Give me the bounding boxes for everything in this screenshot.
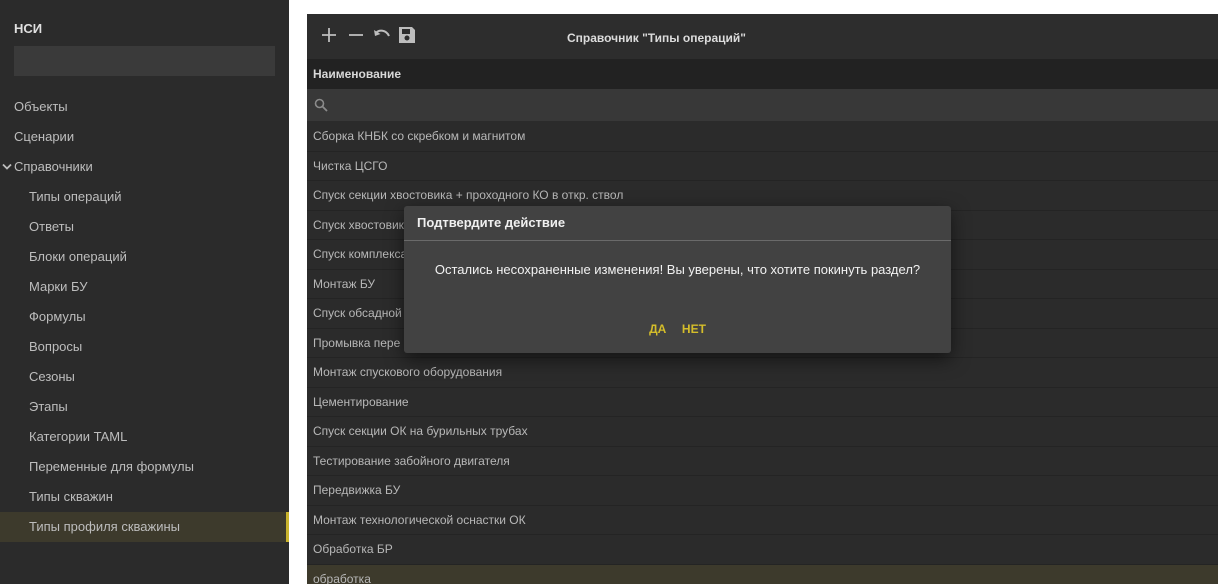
sidebar-item-rig-models[interactable]: Марки БУ [0,272,289,302]
column-header-name[interactable]: Наименование [307,59,1218,89]
sidebar-item-well-types[interactable]: Типы скважин [0,482,289,512]
sidebar-nav: Объекты Сценарии Справочники Типы операц… [0,92,289,542]
sidebar-header: НСИ [14,21,43,36]
sidebar-item-label: Ответы [29,219,74,234]
sidebar-item-well-profile-types[interactable]: Типы профиля скважины [0,512,289,542]
table-row[interactable]: Сборка КНБК со скребком и магнитом [307,122,1218,152]
sidebar-item-formulas[interactable]: Формулы [0,302,289,332]
dialog-actions: ДА НЕТ [404,321,951,336]
filter-input[interactable] [335,93,1195,117]
sidebar-item-label: Формулы [29,309,86,324]
sidebar-item-label: Марки БУ [29,279,88,294]
sidebar-item-operation-types[interactable]: Типы операций [0,182,289,212]
dialog-title: Подтвердите действие [417,215,566,230]
table-row[interactable]: обработка [307,564,1218,584]
sidebar-item-answers[interactable]: Ответы [0,212,289,242]
no-button[interactable]: НЕТ [676,322,712,336]
confirm-dialog: Подтвердите действие Остались несохранен… [404,206,951,353]
yes-button[interactable]: ДА [643,322,672,336]
filter-row [307,89,1218,121]
sidebar-item-objects[interactable]: Объекты [0,92,289,122]
sidebar-item-label: Сценарии [14,129,75,144]
table-row[interactable]: Монтаж спускового оборудования [307,358,1218,388]
sidebar-item-questions[interactable]: Вопросы [0,332,289,362]
table-row[interactable]: Монтаж технологической оснастки ОК [307,505,1218,535]
table-row[interactable]: Передвижка БУ [307,476,1218,506]
sidebar-item-label: Этапы [29,399,68,414]
sidebar-item-label: Переменные для формулы [29,459,194,474]
sidebar-item-taml-categories[interactable]: Категории TAML [0,422,289,452]
sidebar-item-label: Типы профиля скважины [29,519,180,534]
dialog-message: Остались несохраненные изменения! Вы уве… [434,262,921,277]
table-body: Сборка КНБК со скребком и магнитом Чистк… [307,122,1218,584]
toolbar: Справочник "Типы операций" [307,14,1218,60]
table-row[interactable]: Спуск секции ОК на бурильных трубах [307,417,1218,447]
sidebar-item-operation-blocks[interactable]: Блоки операций [0,242,289,272]
sidebar-item-stages[interactable]: Этапы [0,392,289,422]
table-row[interactable]: Тестирование забойного двигателя [307,446,1218,476]
sidebar-item-seasons[interactable]: Сезоны [0,362,289,392]
sidebar-item-label: Блоки операций [29,249,127,264]
sidebar-search-input[interactable] [14,46,275,76]
sidebar-item-label: Справочники [14,159,93,174]
sidebar-item-label: Объекты [14,99,68,114]
dialog-divider [404,240,951,241]
sidebar-item-formula-variables[interactable]: Переменные для формулы [0,452,289,482]
table-row[interactable]: Чистка ЦСГО [307,151,1218,181]
sidebar: НСИ Объекты Сценарии Справочники Типы оп… [0,0,289,584]
table-row[interactable]: Обработка БР [307,535,1218,565]
sidebar-item-label: Категории TAML [29,429,128,444]
sidebar-item-label: Сезоны [29,369,75,384]
search-icon [314,98,328,115]
sidebar-item-label: Вопросы [29,339,83,354]
sidebar-item-label: Типы скважин [29,489,113,504]
sidebar-item-scenarios[interactable]: Сценарии [0,122,289,152]
chevron-down-icon [1,152,13,182]
sidebar-item-references[interactable]: Справочники [0,152,289,182]
table-row[interactable]: Цементирование [307,387,1218,417]
sidebar-item-label: Типы операций [29,189,122,204]
page-title: Справочник "Типы операций" [567,31,746,45]
